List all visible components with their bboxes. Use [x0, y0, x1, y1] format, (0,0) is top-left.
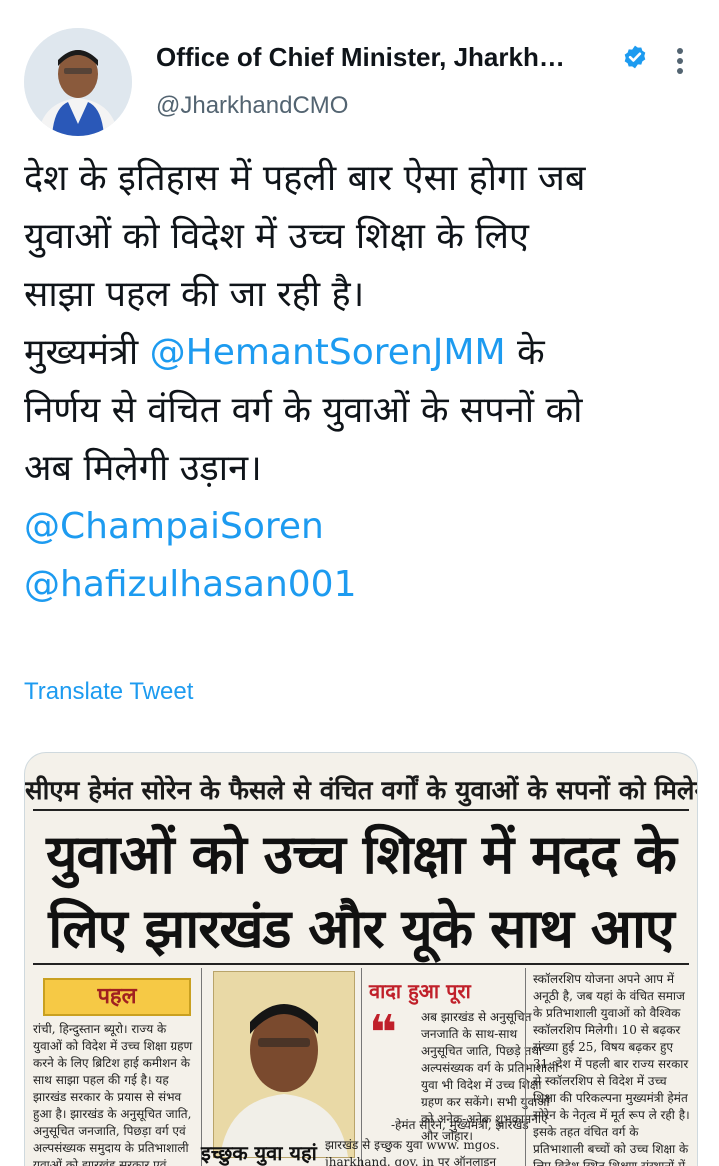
tweet-line: युवाओं को विदेश में उच्च शिक्षा के लिए: [24, 216, 529, 257]
mention-champaisoren[interactable]: @ChampaiSoren: [24, 506, 324, 547]
author-handle[interactable]: @JharkhandCMO: [156, 92, 348, 120]
tweet-line: @ChampaiSoren: [24, 498, 704, 556]
divider: [525, 968, 526, 1166]
wada-label: वादा हुआ पूरा: [369, 979, 471, 1003]
tweet-header: Office of Chief Minister, Jharkh… @Jhark…: [0, 0, 719, 150]
news-column-1: रांची, हिन्दुस्तान ब्यूरो। राज्य के युवा…: [33, 1022, 193, 1166]
avatar[interactable]: [24, 28, 132, 136]
translate-tweet-link[interactable]: Translate Tweet: [24, 678, 193, 706]
tweet-body: देश के इतिहास में पहली बार ऐसा होगा जब य…: [24, 150, 704, 614]
tweet-line: अब मिलेगी उड़ान।: [24, 448, 262, 489]
tweet-line: @hafizulhasan001: [24, 556, 704, 614]
icchuk-label: इच्छुक युवा यहां: [201, 1141, 317, 1165]
tweet-line: निर्णय से वंचित वर्ग के युवाओं के सपनों …: [24, 390, 583, 431]
more-vertical-icon[interactable]: [668, 44, 692, 78]
news-column-3: स्कॉलरशिप योजना अपने आप में अनूठी है, जब…: [533, 972, 690, 1166]
mention-hemantsorenjmm[interactable]: @HemantSorenJMM: [150, 332, 506, 373]
tweet-media-image[interactable]: सीएम हेमंत सोरेन के फैसले से वंचित वर्गो…: [24, 752, 698, 1166]
divider: [33, 809, 689, 811]
tweet-line: साझा पहल की जा रही है।: [24, 274, 365, 315]
newspaper-kicker: सीएम हेमंत सोरेन के फैसले से वंचित वर्गो…: [25, 776, 697, 806]
tweet-text-segment: मुख्यमंत्री: [24, 332, 150, 373]
verified-badge-icon: [622, 44, 648, 70]
author-name[interactable]: Office of Chief Minister, Jharkh…: [156, 42, 565, 73]
tweet-text-segment: के: [505, 332, 545, 373]
newspaper-headline-1: युवाओं को उच्च शिक्षा में मदद के: [46, 823, 677, 886]
pahal-badge: पहल: [43, 978, 191, 1016]
divider: [33, 963, 689, 965]
quote-mark-icon: ❝: [369, 1005, 398, 1061]
icchuk-text: झारखंड से इच्छुक युवा www. mgos. jharkha…: [325, 1138, 500, 1166]
newspaper-headline-2: लिए झारखंड और यूके साथ आए: [48, 897, 675, 960]
divider: [201, 968, 202, 1166]
news-photo: [213, 971, 355, 1158]
tweet-line: मुख्यमंत्री @HemantSorenJMM के: [24, 324, 704, 382]
mention-hafizulhasan001[interactable]: @hafizulhasan001: [24, 564, 357, 605]
tweet-line: देश के इतिहास में पहली बार ऐसा होगा जब: [24, 158, 586, 199]
